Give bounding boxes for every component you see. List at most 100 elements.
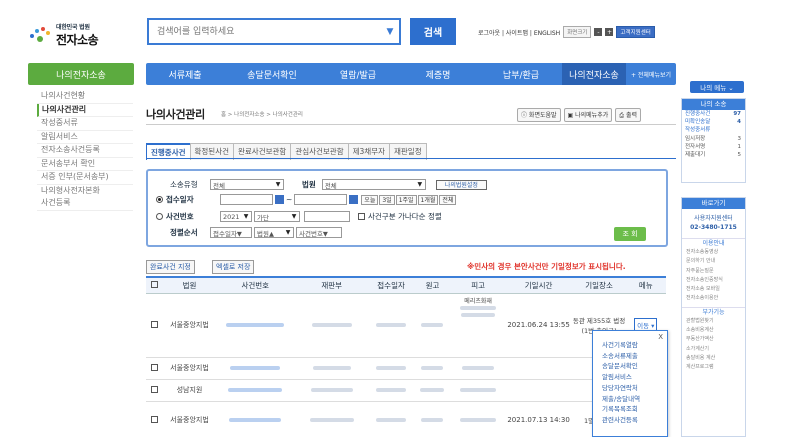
popup-item[interactable]: 관련사건등록 [593,415,667,426]
extra-item[interactable]: 계산프로그램 [682,363,745,372]
popup-item[interactable]: 소송서류제출 [593,351,667,362]
close-icon[interactable]: X [658,333,663,341]
sort2-select[interactable]: 법원▲ ▼ [254,227,294,238]
cell-case-number[interactable] [216,293,295,358]
add-mymenu-button[interactable]: ▣ 나의메뉴추가 [563,108,613,122]
summary-row[interactable]: 제출대기 5 [682,151,745,159]
sort2-value: 법원▲ [257,229,274,238]
table-row[interactable]: 성남지원 [146,379,666,402]
row-checkbox[interactable] [150,320,158,328]
case-type-select[interactable]: 가단 ▼ [254,211,300,222]
support-center-link[interactable]: 고객지원센터 [616,26,655,38]
left-nav-item[interactable]: 전자소송사건등록 [37,144,133,158]
popup-item[interactable]: 기록목록조회 [593,404,667,415]
help-button[interactable]: ⓘ 화면도움말 [517,108,561,122]
row-checkbox[interactable] [150,385,158,393]
date-3day-button[interactable]: 3일 [379,194,395,205]
summary-label: 작성중서류 [685,127,711,134]
excel-export-button[interactable]: 엑셀로 저장 [212,260,255,274]
left-nav-item[interactable]: 사건등록 [37,197,133,211]
guide-item[interactable]: 문의하기 안내 [682,257,745,266]
left-nav-title[interactable]: 나의전자소송 [28,63,134,85]
all-menu-link[interactable]: + 전체메뉴보기 [626,70,676,79]
sort-checkbox[interactable] [358,213,365,220]
left-nav-item[interactable]: 나의형사전자본화 [37,185,133,198]
summary-row[interactable]: 미확인송달 4 [682,118,745,126]
guide-item[interactable]: 전자소송동영상 [682,248,745,257]
table-row[interactable]: 서울중앙지법 메리츠화재 2021.06.24 13:55 동관 제355호 법… [146,293,666,358]
case-number-input[interactable] [304,211,350,222]
case-year-select[interactable]: 2021 ▼ [220,211,252,222]
date-all-button[interactable]: 전체 [439,194,457,205]
popup-item[interactable]: 송달문서확인 [593,361,667,372]
date-from-input[interactable] [220,194,273,205]
left-nav-item-active[interactable]: 나의사건관리 [37,103,133,117]
top-nav-item[interactable]: 송달문서확인 [224,68,320,81]
extra-item[interactable]: 부동산가액산 [682,335,745,344]
row-checkbox[interactable] [150,415,158,423]
top-nav-item[interactable]: 제증명 [396,68,480,81]
popup-item[interactable]: 당당자연락처 [593,383,667,394]
redacted-text [310,388,353,392]
mark-complete-button[interactable]: 완료사건 지정 [146,260,195,274]
top-nav-item[interactable]: 서류제출 [146,68,224,81]
cell-case-number[interactable] [216,401,295,437]
left-nav-item[interactable]: 서증 인부(문서송부) [37,171,133,185]
inquiry-button[interactable]: 조 회 [614,227,646,241]
my-menu-button[interactable]: 나의 메뉴 ⌄ [690,81,744,93]
sort1-select[interactable]: 접수일자▼ [210,227,252,238]
table-row[interactable]: 서울중앙지법 2021.07.13 14:30 1별관 조정 [146,401,666,437]
guide-item[interactable]: 전자소송이용안 [682,294,745,303]
support-center-link[interactable]: 사용자지원센터 [682,214,745,223]
left-nav-item[interactable]: 작성중서류 [37,117,133,131]
guide-item[interactable]: 전자소송인증방식 [682,276,745,285]
util-links[interactable]: 로그아웃 | 사이트맵 | ENGLISH [478,28,560,37]
top-nav-item[interactable]: 납부/환급 [480,68,562,81]
table-row[interactable]: 서울중앙지법 [146,357,666,380]
date-1month-button[interactable]: 1개월 [417,194,439,205]
radio-date[interactable] [156,196,163,203]
redacted-text [460,305,497,310]
guide-item[interactable]: 자주묻는질문 [682,267,745,276]
summary-row[interactable]: 진행중사건 97 [682,110,745,118]
extra-item[interactable]: 관할법원찾기 [682,317,745,326]
print-button[interactable]: ⎙ 출력 [615,108,641,122]
court-select[interactable]: 전체 ▼ [321,179,426,190]
summary-row[interactable]: 작성중서류 [682,126,745,134]
chevron-down-icon[interactable]: ▼ [381,27,399,37]
left-nav-item[interactable]: 문서송부서 확인 [37,158,133,171]
popup-item[interactable]: 제출/송달내역 [593,394,667,405]
top-nav-item[interactable]: 열람/발급 [320,68,396,81]
sort3-select[interactable]: 사건번호▼ [296,227,342,238]
date-today-button[interactable]: 오늘 [361,194,379,205]
calendar-icon[interactable] [275,195,284,204]
summary-row[interactable]: 전자서명 1 [682,143,745,151]
cell-case-number[interactable] [216,379,295,402]
search-button[interactable]: 검색 [410,18,456,45]
search-input[interactable] [149,20,381,43]
select-all-checkbox[interactable] [150,280,158,288]
redacted-text [376,323,407,327]
extra-item[interactable]: 소가계산기 [682,345,745,354]
date-to-input[interactable] [294,194,348,205]
guide-item[interactable]: 전자소송 모바일 [682,285,745,294]
cell-case-number[interactable] [216,357,295,380]
extra-item[interactable]: 송달비용 계산 [682,354,745,363]
date-1week-button[interactable]: 1주일 [395,194,417,205]
top-nav-item-active[interactable]: 나의전자소송 [562,63,626,85]
dropdown-arrow-icon: ▼ [285,229,291,236]
radio-case-number[interactable] [156,213,163,220]
popup-item[interactable]: 알림서비스 [593,372,667,383]
litigation-type-select[interactable]: 전체 ▼ [210,179,284,190]
popup-item[interactable]: 사건기록열람 [593,340,667,351]
row-checkbox[interactable] [150,363,158,371]
zoom-minus-button[interactable]: - [594,28,603,36]
calendar-icon[interactable] [349,195,359,204]
extra-item[interactable]: 소송비용계산 [682,326,745,335]
logo[interactable]: 대한민국 법원 전자소송 [28,22,99,48]
court-settings-button[interactable]: 나의법원설정 [435,179,487,190]
left-nav-item[interactable]: 나의사건현황 [37,90,133,104]
left-nav-item[interactable]: 알림서비스 [37,131,133,144]
zoom-plus-button[interactable]: + [605,28,614,36]
summary-row[interactable]: 임시저장 3 [682,135,745,143]
